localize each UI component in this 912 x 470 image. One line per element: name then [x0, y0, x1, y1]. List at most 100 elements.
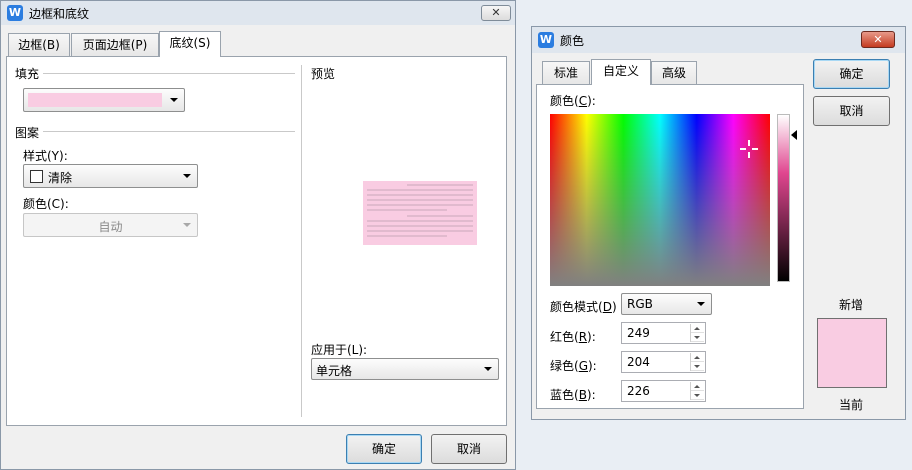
chevron-down-icon	[170, 98, 178, 102]
spin-up-icon[interactable]	[691, 353, 704, 362]
cancel-button[interactable]: 取消	[431, 434, 507, 464]
color-mode-dropdown[interactable]: RGB	[621, 293, 712, 315]
button-label: 确定	[371, 442, 396, 456]
tab-label: 标准	[553, 66, 578, 80]
wps-logo-icon: W	[7, 5, 23, 21]
color-label: 颜色(C):	[23, 197, 69, 211]
button-label: 确定	[839, 67, 864, 81]
luminance-slider[interactable]	[777, 114, 790, 282]
tab-page-borders[interactable]: 页面边框(P)	[71, 33, 159, 57]
blue-value: 226	[627, 384, 650, 398]
green-value: 204	[627, 355, 650, 369]
color-spectrum-picker[interactable]	[550, 114, 770, 286]
spin-up-icon[interactable]	[691, 324, 704, 333]
red-value: 249	[627, 326, 650, 340]
preview-lines-graphic	[363, 181, 477, 245]
green-label: 绿色(G):	[550, 357, 597, 374]
label-part: 颜色模式(	[550, 300, 603, 314]
new-current-color-swatch	[817, 318, 887, 388]
blue-label: 蓝色(B):	[550, 386, 596, 403]
label-part: ):	[587, 94, 596, 108]
divider	[43, 73, 295, 74]
new-color-label: 新增	[839, 298, 864, 312]
style-dropdown[interactable]: 清除	[23, 164, 198, 188]
pattern-color-dropdown: 自动	[23, 213, 198, 237]
red-label: 红色(R):	[550, 328, 596, 345]
title-bar: W 边框和底纹 ✕	[1, 1, 515, 25]
chevron-down-icon	[484, 367, 492, 371]
button-label: 取消	[839, 104, 864, 118]
red-value-input[interactable]: 249	[621, 322, 706, 344]
tab-label: 自定义	[602, 64, 639, 78]
dialog-title: 颜色	[560, 33, 585, 48]
green-value-input[interactable]: 204	[621, 351, 706, 373]
fill-heading: 填充	[15, 67, 40, 81]
label-hotkey: C	[578, 94, 588, 108]
divider	[43, 131, 295, 132]
label-part: ):	[586, 388, 596, 402]
color-mode-value: RGB	[627, 297, 653, 311]
spin-down-icon[interactable]	[691, 362, 704, 371]
pattern-color-value: 自动	[98, 220, 123, 234]
tab-label: 页面边框(P)	[82, 38, 148, 52]
label-part: 绿色(	[550, 359, 579, 373]
spin-down-icon[interactable]	[691, 333, 704, 342]
apply-to-value: 单元格	[316, 364, 353, 378]
fill-color-dropdown[interactable]	[23, 88, 185, 112]
label-part: 红色(	[550, 330, 579, 344]
wps-logo-icon: W	[538, 32, 554, 48]
style-value: 清除	[48, 171, 73, 185]
red-spinner[interactable]	[690, 324, 704, 342]
tab-label: 高级	[661, 66, 686, 80]
spin-up-icon[interactable]	[691, 382, 704, 391]
chevron-down-icon	[183, 174, 191, 178]
tab-advanced[interactable]: 高级	[651, 61, 697, 85]
chevron-down-icon	[183, 223, 191, 227]
panel-separator	[301, 65, 302, 417]
close-icon: ✕	[873, 33, 883, 46]
current-color-label: 当前	[839, 398, 864, 412]
blue-value-input[interactable]: 226	[621, 380, 706, 402]
blue-spinner[interactable]	[690, 382, 704, 400]
tab-standard[interactable]: 标准	[542, 61, 590, 85]
shading-panel: 填充 图案 样式(Y): 清除 颜色(C): 自动 预览 应用于(L): 单元格	[6, 56, 507, 426]
label-part: 颜色(	[550, 94, 579, 108]
ok-button[interactable]: 确定	[346, 434, 422, 464]
spin-down-icon[interactable]	[691, 391, 704, 400]
custom-color-panel: 颜色(C): 颜色模式(D) RGB 红色(R): 249 绿色(G): 204…	[536, 84, 804, 409]
crosshair-icon	[740, 140, 758, 158]
label-hotkey: D	[602, 300, 612, 314]
tab-borders[interactable]: 边框(B)	[8, 33, 70, 57]
label-part: 蓝色(	[550, 388, 579, 402]
tab-custom[interactable]: 自定义	[591, 59, 651, 85]
dialog-title: 边框和底纹	[29, 6, 90, 21]
borders-shading-dialog: W 边框和底纹 ✕ 边框(B) 页面边框(P) 底纹(S) 填充 图案 样式(Y…	[0, 0, 516, 470]
preview-heading: 预览	[311, 67, 336, 81]
tab-shading[interactable]: 底纹(S)	[159, 31, 221, 57]
label-hotkey: G	[578, 359, 588, 373]
fill-color-swatch	[28, 93, 162, 107]
tab-label: 底纹(S)	[169, 36, 211, 50]
luminance-pointer-icon[interactable]	[791, 130, 797, 140]
close-icon: ✕	[491, 6, 501, 19]
title-bar: W 颜色 ✕	[532, 27, 905, 53]
color-mode-label: 颜色模式(D)	[550, 298, 617, 315]
close-button[interactable]: ✕	[481, 5, 511, 21]
color-dialog: W 颜色 ✕ 标准 自定义 高级 颜色(C): 颜色模式(D) RGB 红色(R…	[531, 26, 906, 420]
label-part: )	[611, 300, 617, 314]
apply-to-dropdown[interactable]: 单元格	[311, 358, 499, 380]
cancel-button[interactable]: 取消	[813, 96, 890, 126]
label-hotkey: R	[578, 330, 588, 344]
label-hotkey: B	[578, 388, 587, 402]
close-button[interactable]: ✕	[861, 31, 895, 48]
style-label: 样式(Y):	[23, 149, 68, 163]
ok-button[interactable]: 确定	[813, 59, 890, 89]
colors-label: 颜色(C):	[550, 92, 596, 109]
preview-sample	[363, 181, 477, 245]
button-label: 取消	[456, 442, 481, 456]
label-part: ):	[588, 359, 597, 373]
apply-to-label: 应用于(L):	[311, 343, 368, 357]
green-spinner[interactable]	[690, 353, 704, 371]
tab-label: 边框(B)	[18, 38, 60, 52]
pattern-heading: 图案	[15, 126, 40, 140]
